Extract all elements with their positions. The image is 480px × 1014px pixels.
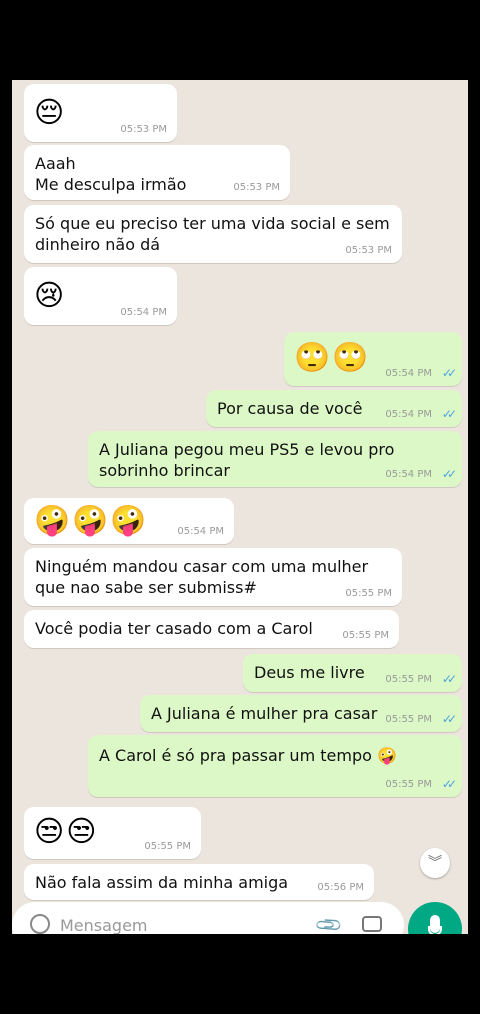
message-input[interactable]: Mensagem	[60, 916, 148, 934]
microphone-stand	[428, 926, 442, 934]
message-time: 05:55 PM	[385, 714, 432, 725]
read-ticks-icon: ✓✓	[441, 672, 457, 686]
message-incoming[interactable]: Você podia ter casado com a Carol 05:55 …	[24, 610, 399, 648]
message-time: 05:55 PM	[144, 841, 191, 852]
message-incoming[interactable]: Aaah Me desculpa irmão 05:53 PM	[24, 145, 290, 200]
message-emoji: 🙄🙄	[294, 340, 371, 374]
message-text: Aaah Me desculpa irmão	[35, 154, 187, 194]
message-text: A Juliana é mulher pra casar	[151, 704, 378, 723]
message-text: A Carol é só pra passar um tempo 🤪	[99, 746, 397, 765]
message-time: 05:55 PM	[345, 588, 392, 599]
bottom-black-bar	[0, 934, 480, 1014]
message-outgoing[interactable]: 🙄🙄 05:54 PM ✓✓	[284, 332, 462, 386]
message-time: 05:55 PM	[385, 779, 432, 790]
message-emoji: 😔	[34, 95, 67, 129]
read-ticks-icon: ✓✓	[441, 467, 457, 481]
message-time: 05:53 PM	[120, 124, 167, 135]
chevron-double-down-icon: ︾	[428, 855, 442, 871]
message-incoming[interactable]: Não fala assim da minha amiga 05:56 PM	[24, 864, 374, 900]
message-time: 05:55 PM	[385, 674, 432, 685]
message-time: 05:54 PM	[385, 469, 432, 480]
message-emoji: 🤪🤪🤪	[34, 503, 149, 537]
message-incoming[interactable]: Ninguém mandou casar com uma mulher que …	[24, 548, 402, 606]
message-incoming[interactable]: 😔 05:53 PM	[24, 84, 177, 142]
message-text: Você podia ter casado com a Carol	[35, 619, 313, 638]
message-outgoing[interactable]: Por causa de você 05:54 PM ✓✓	[206, 390, 462, 427]
read-ticks-icon: ✓✓	[441, 407, 457, 421]
message-outgoing[interactable]: Deus me livre 05:55 PM ✓✓	[243, 654, 462, 692]
mic-button[interactable]	[408, 902, 462, 934]
message-time: 05:53 PM	[233, 182, 280, 193]
camera-icon[interactable]	[362, 916, 382, 932]
message-time: 05:54 PM	[120, 307, 167, 318]
message-text: Ninguém mandou casar com uma mulher que …	[35, 557, 369, 597]
message-text: A Juliana pegou meu PS5 e levou pro sobr…	[99, 440, 395, 480]
message-incoming[interactable]: Só que eu preciso ter uma vida social e …	[24, 205, 402, 263]
scroll-down-button[interactable]: ︾	[420, 848, 450, 878]
message-emoji: 😢	[34, 278, 67, 312]
message-time: 05:55 PM	[342, 630, 389, 641]
message-incoming[interactable]: 😢 05:54 PM	[24, 267, 177, 325]
message-time: 05:54 PM	[177, 526, 224, 537]
read-ticks-icon: ✓✓	[441, 366, 457, 380]
paperclip-icon[interactable]: 📎	[314, 910, 345, 934]
read-ticks-icon: ✓✓	[441, 712, 457, 726]
message-time: 05:53 PM	[345, 245, 392, 256]
message-time: 05:54 PM	[385, 409, 432, 420]
message-incoming[interactable]: 😒😒 05:55 PM	[24, 807, 201, 859]
message-outgoing[interactable]: A Juliana pegou meu PS5 e levou pro sobr…	[88, 431, 462, 487]
message-emoji: 😒😒	[34, 814, 99, 848]
message-time: 05:56 PM	[317, 882, 364, 893]
chat-area: 😔 05:53 PM Aaah Me desculpa irmão 05:53 …	[12, 80, 468, 934]
message-outgoing[interactable]: A Juliana é mulher pra casar 05:55 PM ✓✓	[140, 695, 462, 732]
message-text: Só que eu preciso ter uma vida social e …	[35, 214, 390, 254]
message-incoming[interactable]: 🤪🤪🤪 05:54 PM	[24, 498, 234, 544]
read-ticks-icon: ✓✓	[441, 777, 457, 791]
message-text: Por causa de você	[217, 399, 363, 418]
message-composer[interactable]: Mensagem 📎	[12, 902, 404, 934]
message-text: Não fala assim da minha amiga	[35, 873, 289, 892]
emoji-icon[interactable]	[30, 914, 50, 934]
message-time: 05:54 PM	[385, 368, 432, 379]
message-outgoing[interactable]: A Carol é só pra passar um tempo 🤪 05:55…	[88, 735, 462, 797]
message-text: Deus me livre	[254, 663, 365, 682]
